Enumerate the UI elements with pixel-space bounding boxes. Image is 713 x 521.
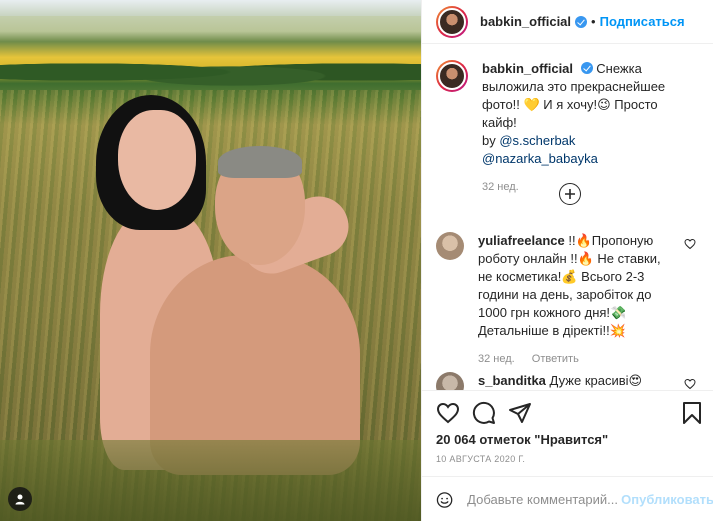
comment-meta: 32 нед. Ответить: [478, 350, 678, 368]
photo-trees: [0, 52, 421, 92]
action-icons: [436, 401, 532, 425]
comment-avatar[interactable]: [436, 372, 464, 390]
caption: babkin_official Снежка выложила это прек…: [422, 60, 713, 196]
photo-man-hair: [218, 146, 302, 178]
likes-count[interactable]: 20 064 отметок "Нравится": [436, 432, 608, 447]
header-username[interactable]: babkin_official: [480, 14, 571, 29]
post-actions: 20 064 отметок "Нравится" 10 АВГУСТА 202…: [422, 390, 713, 521]
post-header: babkin_official • Подписаться: [422, 0, 713, 44]
comment-username[interactable]: yuliafreelance: [478, 233, 565, 248]
post-date[interactable]: 10 АВГУСТА 2020 Г.: [436, 454, 525, 464]
add-comment-bar: Опубликовать: [422, 476, 713, 521]
comment-avatar[interactable]: [436, 232, 464, 260]
comment-text: !!🔥Пропоную роботу онлайн !!🔥 Не ставки,…: [478, 233, 661, 338]
add-circle-icon[interactable]: [559, 183, 581, 205]
bookmark-icon[interactable]: [680, 401, 704, 425]
mention-link[interactable]: @s.scherbak: [499, 133, 575, 148]
comment-time: 32 нед.: [478, 353, 515, 365]
caption-avatar[interactable]: [436, 60, 468, 92]
user-tag-icon[interactable]: [8, 487, 32, 511]
photo-grass: [0, 440, 421, 521]
comment-username[interactable]: s_banditka: [478, 373, 546, 388]
comment-text: Дуже красиві😍: [549, 373, 643, 388]
caption-body: babkin_official Снежка выложила это прек…: [482, 60, 692, 196]
heart-icon[interactable]: [684, 378, 696, 390]
post-photo[interactable]: [0, 0, 421, 521]
comment-item: yuliafreelance !!🔥Пропоную роботу онлайн…: [436, 232, 706, 368]
comment-item: s_banditka Дуже красиві😍: [436, 372, 706, 390]
post-panel: babkin_official • Подписаться babkin_off…: [421, 0, 713, 521]
publish-button[interactable]: Опубликовать: [621, 492, 713, 507]
caption-by: by: [482, 133, 496, 148]
caption-username[interactable]: babkin_official: [482, 61, 573, 76]
share-icon[interactable]: [508, 401, 532, 425]
reply-button[interactable]: Ответить: [532, 353, 579, 365]
caption-time: 32 нед.: [482, 181, 519, 193]
comment-body: s_banditka Дуже красиві😍: [478, 372, 678, 390]
heart-icon[interactable]: [684, 238, 696, 250]
comment-input[interactable]: [467, 492, 618, 507]
photo-sky: [0, 0, 421, 16]
follow-button[interactable]: Подписаться: [600, 14, 685, 29]
avatar[interactable]: [436, 5, 468, 38]
separator-dot: •: [591, 14, 596, 29]
smile-icon[interactable]: [436, 489, 453, 511]
verified-icon: [575, 15, 588, 28]
comment-icon[interactable]: [472, 401, 496, 425]
comment-body: yuliafreelance !!🔥Пропоную роботу онлайн…: [478, 232, 678, 368]
comments-list[interactable]: babkin_official Снежка выложила это прек…: [422, 60, 713, 390]
verified-icon: [580, 62, 593, 74]
mention-link[interactable]: @nazarka_babayka: [482, 151, 598, 166]
photo-woman-face: [118, 110, 196, 210]
heart-icon[interactable]: [436, 401, 460, 425]
